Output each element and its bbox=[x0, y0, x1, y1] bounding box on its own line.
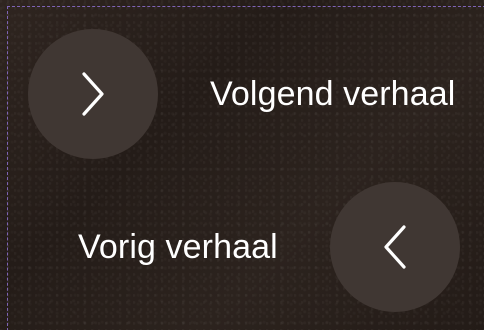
previous-story-label[interactable]: Vorig verhaal bbox=[78, 227, 278, 267]
next-story-circle[interactable] bbox=[28, 29, 158, 159]
previous-story-button[interactable]: Vorig verhaal bbox=[78, 182, 460, 312]
previous-story-circle[interactable] bbox=[329, 182, 460, 312]
next-story-label[interactable]: Volgend verhaal bbox=[210, 74, 455, 114]
chevron-left-icon bbox=[384, 225, 406, 269]
next-story-button[interactable]: Volgend verhaal bbox=[28, 29, 455, 159]
chevron-right-icon bbox=[82, 72, 104, 116]
